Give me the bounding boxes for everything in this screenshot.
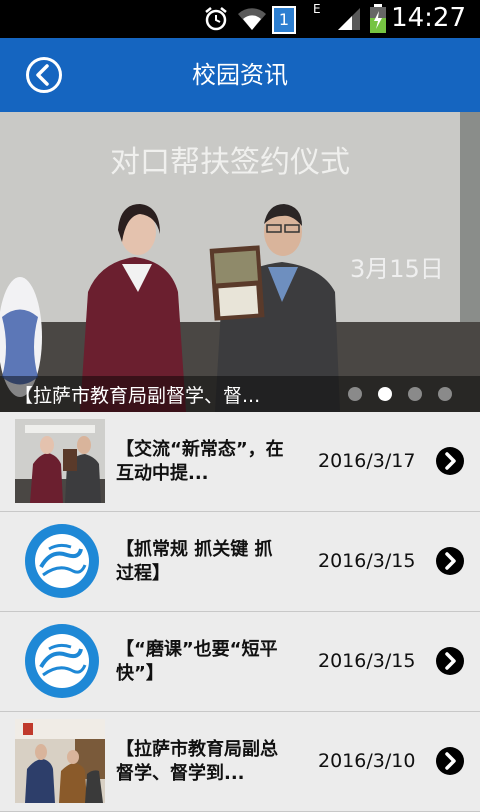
signal-icon [338,8,360,30]
news-item[interactable]: 【交流“新常态”，在互动中提... 2016/3/17 [0,412,480,512]
page-title: 校园资讯 [192,61,288,89]
chevron-right-circle-icon[interactable] [436,647,464,675]
news-title: 【拉萨市教育局副总督学、督学到... [116,739,278,784]
news-date: 2016/3/17 [318,450,416,472]
chevron-right-circle-icon[interactable] [436,447,464,475]
news-title: 【交流“新常态”，在互动中提... [116,439,284,484]
school-logo-icon [15,519,105,603]
notification-count: 1 [278,10,290,29]
slider-dot[interactable] [408,387,422,401]
news-title: 【“磨课”也要“短平快”】 [116,639,278,684]
news-thumbnail [15,519,105,603]
news-item[interactable]: 【抓常规 抓关键 抓过程】 2016/3/15 [0,512,480,612]
banner-slider[interactable]: 对口帮扶签约仪式 3月15日 【拉萨市教育局副督学、督... [0,112,480,412]
banner-caption[interactable]: 【拉萨市教育局副督学、督... [14,381,314,408]
news-date: 2016/3/15 [318,650,416,672]
news-date: 2016/3/15 [318,550,416,572]
banner-date-text: 3月15日 [350,255,444,283]
news-title: 【抓常规 抓关键 抓过程】 [116,539,273,584]
news-thumbnail [15,719,105,803]
news-date: 2016/3/10 [318,750,416,772]
clock: 14:27 [391,3,466,33]
chevron-right-circle-icon[interactable] [436,547,464,575]
battery-charging-icon [370,4,386,33]
slider-dot-active[interactable] [378,387,392,401]
banner-caption-bar: 【拉萨市教育局副督学、督... [0,376,480,412]
network-type: E [313,2,321,16]
slider-dot[interactable] [438,387,452,401]
notification-badge: 1 [272,6,296,34]
slider-dot[interactable] [348,387,362,401]
news-item[interactable]: 【“磨课”也要“短平快”】 2016/3/15 [0,612,480,712]
banner-sign-text: 对口帮扶签约仪式 [110,145,350,180]
news-thumbnail [15,619,105,703]
news-list: 【交流“新常态”，在互动中提... 2016/3/17 【抓常规 抓关键 抓过程… [0,412,480,812]
banner-image: 对口帮扶签约仪式 3月15日 [0,112,480,412]
news-item[interactable]: 【拉萨市教育局副总督学、督学到... 2016/3/10 [0,712,480,812]
news-thumbnail [15,419,105,503]
status-bar: 1 E 14:27 [0,0,480,38]
wifi-icon [238,8,266,30]
chevron-right-circle-icon[interactable] [436,747,464,775]
app-header: 校园资讯 [0,38,480,112]
school-logo-icon [15,619,105,703]
slider-dots [348,387,452,401]
alarm-icon [205,7,227,31]
